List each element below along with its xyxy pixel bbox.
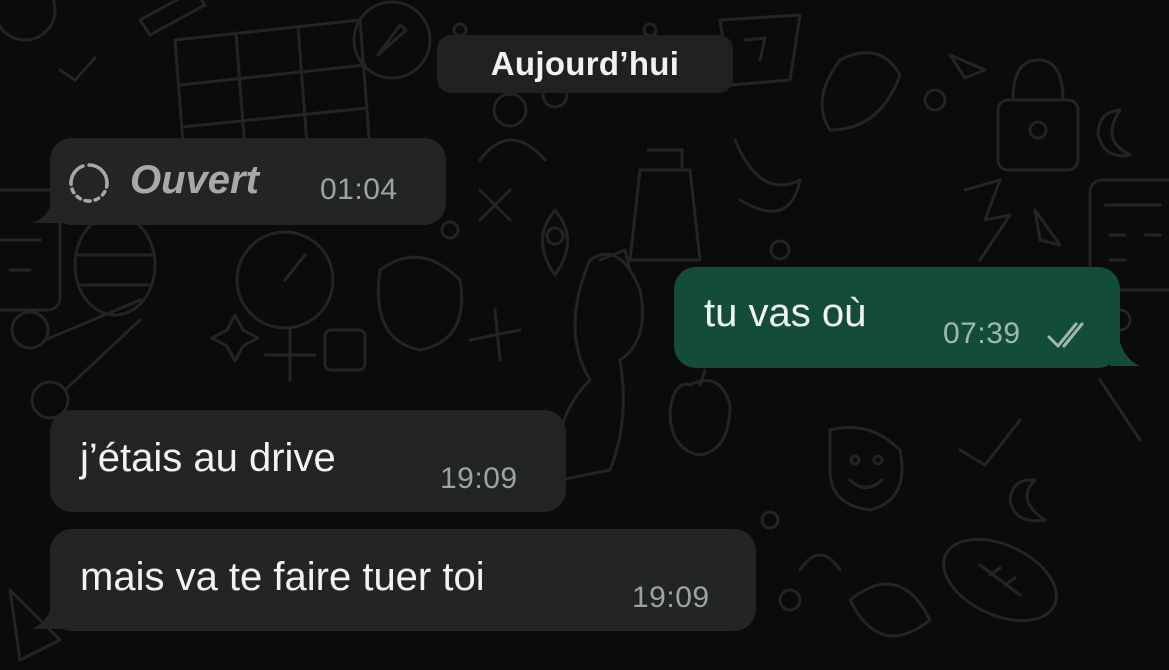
message-bubble-incoming[interactable]: j’étais au drive 19:09 xyxy=(50,410,566,512)
view-once-status-label: Ouvert xyxy=(130,158,259,202)
message-bubble-incoming[interactable]: mais va te faire tuer toi 19:09 xyxy=(32,529,756,631)
message-text: j’étais au drive xyxy=(80,436,336,480)
message-text: mais va te faire tuer toi xyxy=(80,555,485,599)
date-separator: Aujourd’hui xyxy=(437,35,733,93)
message-text: tu vas où xyxy=(704,291,867,335)
message-time: 07:39 xyxy=(943,317,1021,350)
message-time: 19:09 xyxy=(440,462,518,495)
message-bubble-outgoing[interactable]: tu vas où 07:39 xyxy=(674,267,1140,368)
bubble-tail xyxy=(32,195,62,223)
message-time: 19:09 xyxy=(632,581,710,614)
bubble-tail xyxy=(32,597,62,629)
double-check-icon xyxy=(1046,321,1092,351)
view-once-opened-icon xyxy=(67,161,111,205)
message-time: 01:04 xyxy=(320,173,398,206)
message-bubble-view-once[interactable]: Ouvert 01:04 xyxy=(32,138,446,225)
bubble-tail xyxy=(1110,334,1140,366)
